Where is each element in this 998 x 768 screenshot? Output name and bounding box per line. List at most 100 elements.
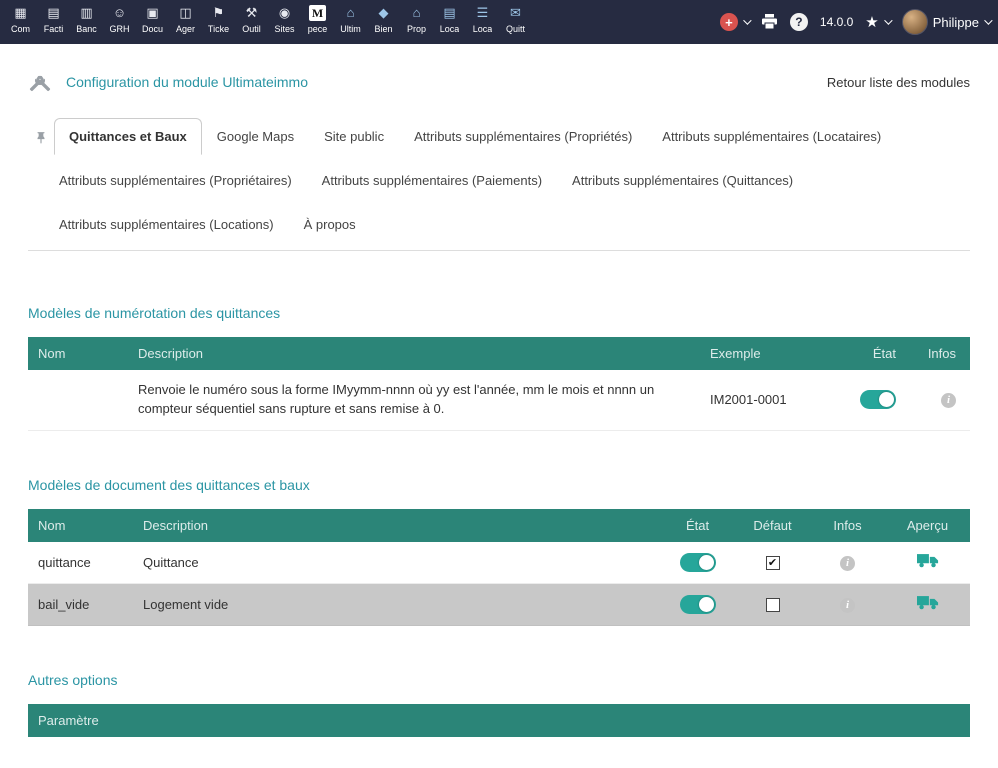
topmenu-item-grh[interactable]: ☺ GRH xyxy=(103,0,136,44)
column-header-etat: État xyxy=(660,509,735,542)
topbar-right-tools: + ? 14.0.0 ★ Philippe xyxy=(720,0,990,44)
topmenu-item-documents[interactable]: ▣ Docu xyxy=(136,0,169,44)
tab-attributs-quittances[interactable]: Attributs supplémentaires (Quittances) xyxy=(557,162,808,199)
tab-attributs-proprietes[interactable]: Attributs supplémentaires (Propriétés) xyxy=(399,118,647,155)
tab-attributs-paiements[interactable]: Attributs supplémentaires (Paiements) xyxy=(307,162,557,199)
topmenu-label: Ticke xyxy=(208,24,229,34)
section-title-documents: Modèles de document des quittances et ba… xyxy=(28,477,970,493)
column-header-infos: Infos xyxy=(810,509,885,542)
model-description: Renvoie le numéro sous la forme IMyymm-n… xyxy=(128,370,700,430)
version-label: 14.0.0 xyxy=(820,15,853,29)
topmenu-label: Docu xyxy=(142,24,163,34)
plus-icon: + xyxy=(720,13,738,31)
topmenu-item-com[interactable]: ▦ Com xyxy=(4,0,37,44)
topmenu-item-outils[interactable]: ⚒ Outil xyxy=(235,0,268,44)
top-menu-items: ▦ Com ▤ Facti ▥ Banc ☺ GRH ▣ Docu ◫ Ager… xyxy=(4,0,532,44)
tabs: Quittances et Baux Google Maps Site publ… xyxy=(28,118,970,251)
info-icon[interactable] xyxy=(840,556,855,571)
table-row: bail_vide Logement vide xyxy=(28,583,970,625)
topmenu-item-quittances[interactable]: ✉ Quitt xyxy=(499,0,532,44)
topmenu-item-biens[interactable]: ◆ Bien xyxy=(367,0,400,44)
website-icon: ◉ xyxy=(279,5,290,21)
topmenu-label: Facti xyxy=(44,24,64,34)
section-title-numerotation: Modèles de numérotation des quittances xyxy=(28,305,970,321)
calendar-icon: ◫ xyxy=(179,5,191,21)
topmenu-item-tickets[interactable]: ⚑ Ticke xyxy=(202,0,235,44)
topmenu-label: pece xyxy=(308,24,328,34)
info-icon[interactable] xyxy=(840,598,855,613)
user-menu[interactable]: Philippe xyxy=(902,9,990,35)
tab-attributs-proprietaires[interactable]: Attributs supplémentaires (Propriétaires… xyxy=(44,162,307,199)
default-checkbox[interactable] xyxy=(766,598,780,612)
document-models-table: Nom Description État Défaut Infos Aperçu… xyxy=(28,509,970,626)
topmenu-label: Sites xyxy=(274,24,294,34)
quick-add-button[interactable]: + xyxy=(720,13,749,31)
user-avatar xyxy=(902,9,928,35)
topmenu-item-pece[interactable]: M pece xyxy=(301,0,334,44)
main-content: Configuration du module Ultimateimmo Ret… xyxy=(0,70,998,737)
topmenu-label: Prop xyxy=(407,24,426,34)
topmenu-item-proprietaires[interactable]: ⌂ Prop xyxy=(400,0,433,44)
m-module-icon: M xyxy=(309,5,326,21)
column-header-nom: Nom xyxy=(28,509,133,542)
column-header-exemple: Exemple xyxy=(700,337,830,370)
column-header-infos: Infos xyxy=(910,337,970,370)
chevron-down-icon xyxy=(984,16,992,24)
info-icon[interactable] xyxy=(941,393,956,408)
column-header-nom: Nom xyxy=(28,337,128,370)
page-title: Configuration du module Ultimateimmo xyxy=(66,74,308,90)
topmenu-label: Loca xyxy=(473,24,493,34)
table-header-row: Nom Description État Défaut Infos Aperçu xyxy=(28,509,970,542)
default-checkbox[interactable] xyxy=(766,556,780,570)
tab-quittances-et-baux[interactable]: Quittances et Baux xyxy=(54,118,202,155)
tab-a-propos[interactable]: À propos xyxy=(289,206,371,243)
top-menu-bar: ▦ Com ▤ Facti ▥ Banc ☺ GRH ▣ Docu ◫ Ager… xyxy=(0,0,998,44)
topmenu-item-ultimateimmo[interactable]: ⌂ Ultim xyxy=(334,0,367,44)
bookmarks-menu[interactable]: ★ xyxy=(865,13,889,31)
topmenu-label: Ager xyxy=(176,24,195,34)
pin-tabs-icon[interactable] xyxy=(28,131,54,155)
documents-icon: ▣ xyxy=(146,5,158,21)
topmenu-item-facturation[interactable]: ▤ Facti xyxy=(37,0,70,44)
topmenu-label: GRH xyxy=(110,24,130,34)
enable-toggle[interactable] xyxy=(860,390,896,409)
topmenu-item-agenda[interactable]: ◫ Ager xyxy=(169,0,202,44)
tab-attributs-locations[interactable]: Attributs supplémentaires (Locations) xyxy=(44,206,289,243)
topmenu-label: Com xyxy=(11,24,30,34)
bank-icon: ▥ xyxy=(80,5,92,21)
template-name: bail_vide xyxy=(28,583,133,625)
table-row: Renvoie le numéro sous la forme IMyymm-n… xyxy=(28,370,970,430)
table-row: quittance Quittance xyxy=(28,542,970,584)
chevron-down-icon xyxy=(743,16,751,24)
table-header-row: Paramètre xyxy=(28,704,970,737)
star-icon: ★ xyxy=(865,13,878,31)
template-name: quittance xyxy=(28,542,133,584)
tab-google-maps[interactable]: Google Maps xyxy=(202,118,309,155)
topmenu-item-banques[interactable]: ▥ Banc xyxy=(70,0,103,44)
topmenu-label: Ultim xyxy=(340,24,361,34)
back-to-modules-link[interactable]: Retour liste des modules xyxy=(827,75,970,90)
topmenu-label: Outil xyxy=(242,24,261,34)
preview-file-icon[interactable] xyxy=(917,553,939,571)
numbering-models-table: Nom Description Exemple État Infos Renvo… xyxy=(28,337,970,431)
module-setup-icon xyxy=(28,70,52,94)
template-description: Logement vide xyxy=(133,583,660,625)
tab-site-public[interactable]: Site public xyxy=(309,118,399,155)
column-header-description: Description xyxy=(128,337,700,370)
column-header-parametre: Paramètre xyxy=(28,704,970,737)
ticket-icon: ⚑ xyxy=(213,5,225,21)
topmenu-item-locataires[interactable]: ▤ Loca xyxy=(433,0,466,44)
topmenu-item-locations[interactable]: ☰ Loca xyxy=(466,0,499,44)
print-button[interactable] xyxy=(761,14,778,30)
tab-attributs-locataires[interactable]: Attributs supplémentaires (Locataires) xyxy=(647,118,896,155)
enable-toggle[interactable] xyxy=(680,595,716,614)
topmenu-label: Quitt xyxy=(506,24,525,34)
enable-toggle[interactable] xyxy=(680,553,716,572)
preview-file-icon[interactable] xyxy=(917,595,939,613)
commerce-icon: ▦ xyxy=(14,5,26,21)
model-name xyxy=(28,370,128,430)
rental-icon: ☰ xyxy=(477,5,489,21)
topmenu-item-sites[interactable]: ◉ Sites xyxy=(268,0,301,44)
model-example: IM2001-0001 xyxy=(700,370,830,430)
help-button[interactable]: ? xyxy=(790,13,808,31)
